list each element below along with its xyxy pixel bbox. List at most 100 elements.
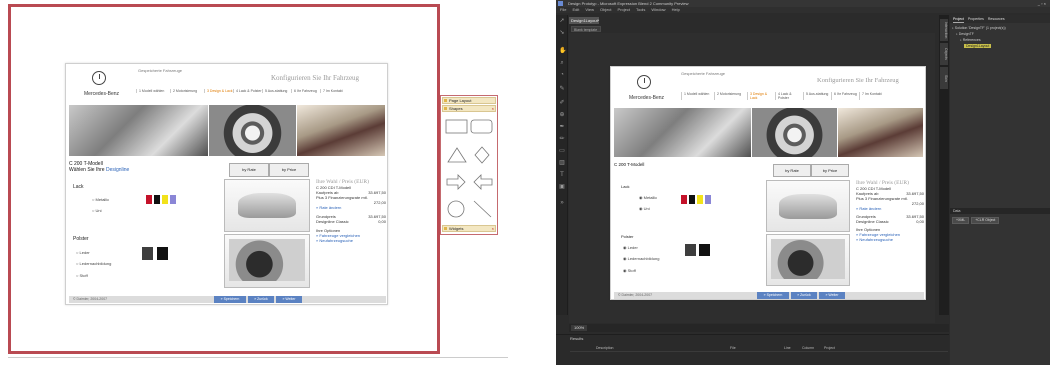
col-line[interactable]: Line (784, 345, 802, 351)
menu-edit[interactable]: Edit (572, 7, 579, 13)
step-3[interactable]: 3 Design & Lack (747, 92, 775, 100)
zoom-tool-icon[interactable]: ⌕ (559, 60, 565, 66)
step-4[interactable]: 4 Lack & Polster (775, 92, 803, 100)
car-exterior-preview[interactable] (224, 179, 310, 232)
tab-properties[interactable]: Properties (968, 15, 984, 23)
polster-lederimitat-radio[interactable]: Ledernachbildung (76, 261, 112, 266)
lack-swatch-lilac[interactable] (705, 195, 711, 204)
by-price-button[interactable]: by Price (811, 164, 849, 177)
zoom-level[interactable]: 100% (571, 325, 588, 331)
step-6[interactable]: 6 Ihr Fahrzeug (831, 92, 859, 100)
polster-leder-radio[interactable]: Leder (623, 245, 638, 250)
lack-swatch-red[interactable] (681, 195, 687, 204)
menu-help[interactable]: Help (672, 7, 680, 13)
polster-stoff-radio[interactable]: Stoff (623, 268, 636, 273)
next-button[interactable]: » Weiter (819, 292, 845, 299)
tree-design-file[interactable]: Design1Layout (952, 43, 1006, 49)
step-5[interactable]: 5 Aus-stattung (803, 92, 831, 100)
polster-swatch-gray[interactable] (685, 244, 696, 256)
save-button[interactable]: » Speichern (757, 292, 789, 299)
car-interior-preview[interactable] (766, 234, 850, 286)
add-xml-button[interactable]: +XML (952, 217, 970, 224)
rectangle-tool-icon[interactable]: ▭ (559, 148, 565, 154)
col-project[interactable]: Project (824, 345, 864, 351)
lack-swatch-yellow[interactable] (162, 195, 168, 204)
polster-swatch-gray[interactable] (142, 247, 153, 260)
step-7[interactable]: 7 Im Kontakt (320, 89, 349, 93)
new-vehicle-search-link[interactable]: » Neufahrzeugsuche (316, 238, 386, 243)
menu-project[interactable]: Project (618, 7, 630, 13)
step-5[interactable]: 5 Aus-stattung (262, 89, 291, 93)
next-button[interactable]: » Weiter (276, 296, 302, 303)
step-7[interactable]: 7 Im Kontakt (859, 92, 887, 100)
col-column[interactable]: Column (802, 345, 824, 351)
polster-lederimitat-radio[interactable]: Ledernachbildung (623, 256, 660, 261)
car-exterior-preview[interactable] (766, 180, 850, 232)
step-1[interactable]: 1 Modell wählen (136, 89, 170, 93)
close-icon[interactable]: × (492, 226, 494, 231)
menu-window[interactable]: Window (651, 7, 665, 13)
rail-interaction-tab[interactable]: Interaction (940, 19, 948, 41)
by-rate-button[interactable]: by Rate (773, 164, 811, 177)
brush-transform-tool-icon[interactable]: ✐ (559, 100, 565, 106)
pencil-tool-icon[interactable]: ✏ (559, 136, 565, 142)
step-2[interactable]: 2 Motorisierung (170, 89, 204, 93)
step-4[interactable]: 4 Lack & Polster (233, 89, 262, 93)
gradient-tool-icon[interactable]: ⊕ (559, 112, 565, 118)
by-rate-button[interactable]: by Rate (229, 163, 269, 177)
step-3[interactable]: 3 Design & Lack (204, 89, 233, 93)
pan-tool-icon[interactable]: ✋ (559, 48, 566, 54)
lack-swatch-lilac[interactable] (170, 195, 176, 204)
document-tab[interactable]: Design1Layout* (569, 17, 599, 24)
window-controls-icon[interactable]: _ ▫ × (1038, 0, 1046, 7)
back-button[interactable]: » Zurück (248, 296, 274, 303)
designline-link[interactable]: Designline (106, 167, 129, 173)
layout-panel-tool-icon[interactable]: ▥ (559, 160, 565, 166)
asset-library-tool-icon[interactable]: » (559, 200, 565, 206)
col-description[interactable]: Description (570, 345, 730, 351)
artboard-page-mockup[interactable]: Mercedes-Benz Gespeicherte Fahrzeuge Kon… (610, 66, 926, 300)
palette-widgets-row[interactable]: Widgets × (442, 225, 496, 232)
polster-stoff-radio[interactable]: Stoff (76, 273, 88, 278)
car-interior-preview[interactable] (224, 234, 310, 288)
direct-select-tool-icon[interactable]: ➘ (559, 30, 565, 36)
polster-swatch-black[interactable] (157, 247, 168, 260)
lack-swatch-yellow[interactable] (697, 195, 703, 204)
lack-uni-radio[interactable]: Uni (92, 208, 102, 213)
tab-project[interactable]: Project (953, 15, 964, 23)
rail-objects-tab[interactable]: Objects (940, 43, 948, 65)
rail-skin-tab[interactable]: Skin (940, 67, 948, 89)
back-button[interactable]: » Zurück (791, 292, 817, 299)
selection-tool-icon[interactable]: ➚ (559, 18, 565, 24)
new-vehicle-search-link[interactable]: » Neufahrzeugsuche (856, 237, 924, 242)
lack-swatch-black[interactable] (154, 195, 160, 204)
menu-view[interactable]: View (585, 7, 594, 13)
pen-tool-icon[interactable]: ✒ (559, 124, 565, 130)
tab-resources[interactable]: Resources (988, 15, 1005, 23)
change-rate-link[interactable]: » Rate ändern (316, 205, 386, 210)
add-clr-object-button[interactable]: +CLR Object (971, 217, 1000, 224)
polster-leder-radio[interactable]: Leder (76, 250, 90, 255)
text-tool-icon[interactable]: T (559, 172, 565, 178)
menu-object[interactable]: Object (600, 7, 612, 13)
change-rate-link[interactable]: » Rate ändern (856, 206, 924, 211)
eyedropper-tool-icon[interactable]: ✎ (559, 86, 565, 92)
lack-swatch-black[interactable] (689, 195, 695, 204)
polster-swatch-black[interactable] (699, 244, 710, 256)
step-1[interactable]: 1 Modell wählen (681, 92, 714, 100)
lack-swatch-red[interactable] (146, 195, 152, 204)
saved-vehicles-link[interactable]: Gespeicherte Fahrzeuge (138, 68, 182, 73)
step-6[interactable]: 6 Ihr Fahrzeug (291, 89, 320, 93)
saved-vehicles-link[interactable]: Gespeicherte Fahrzeuge (681, 71, 725, 76)
lack-metallic-radio[interactable]: Metallic (639, 195, 658, 200)
camera-orbit-tool-icon[interactable]: ◔ (559, 72, 565, 78)
lack-metallic-radio[interactable]: Metallic (92, 197, 110, 202)
menu-file[interactable]: File (560, 7, 566, 13)
save-button[interactable]: » Speichern (214, 296, 246, 303)
by-price-button[interactable]: by Price (269, 163, 309, 177)
lack-uni-radio[interactable]: Uni (639, 206, 650, 211)
menu-tools[interactable]: Tools (636, 7, 645, 13)
document-breadcrumb[interactable]: Blank template (571, 26, 601, 32)
control-tool-icon[interactable]: ▣ (559, 184, 565, 190)
step-2[interactable]: 2 Motorisierung (714, 92, 747, 100)
